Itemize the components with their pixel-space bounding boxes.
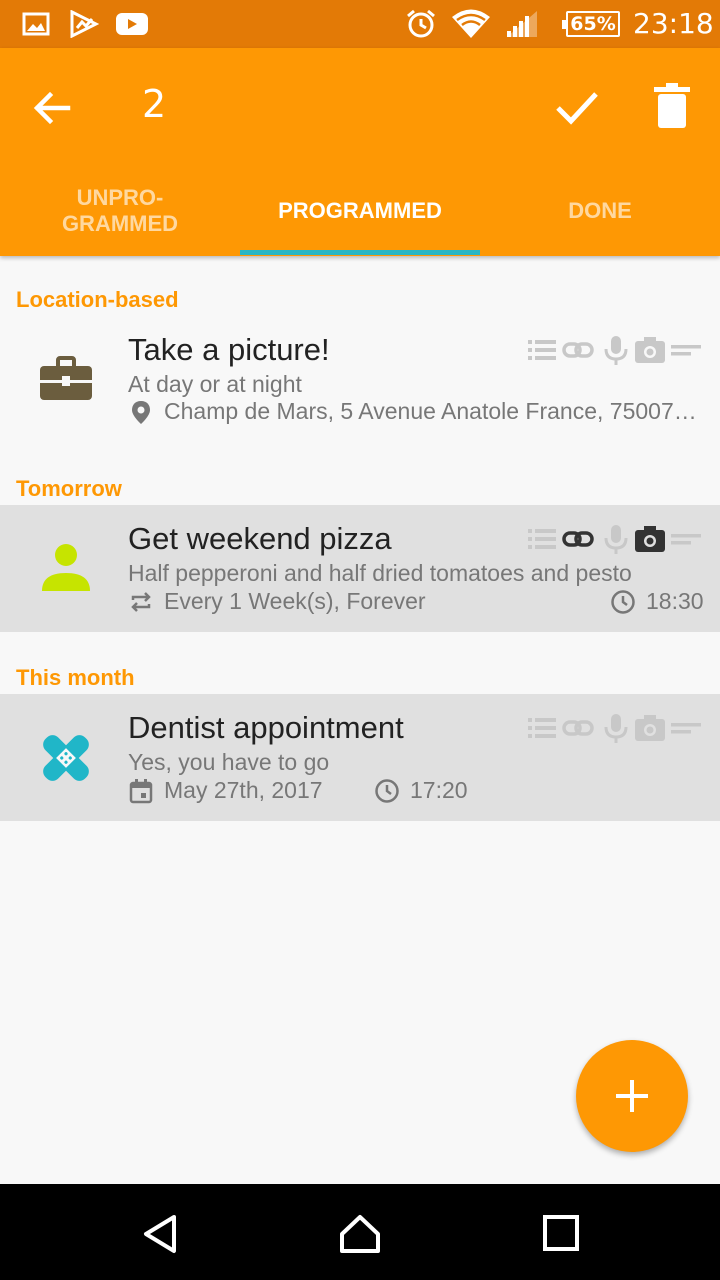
clock-icon — [610, 589, 636, 615]
image-icon — [20, 8, 52, 40]
selected-count: 2 — [142, 82, 167, 126]
location-pin-icon — [128, 399, 154, 425]
plus-icon — [616, 1080, 648, 1112]
camera-icon — [635, 337, 665, 363]
wifi-icon — [450, 8, 492, 40]
microphone-icon — [604, 525, 628, 554]
list-item[interactable]: Get weekend pizza Half pepperoni and hal… — [0, 505, 720, 632]
tab-indicator — [240, 250, 480, 255]
item-time-text: 17:20 — [410, 777, 468, 803]
checklist-icon — [528, 340, 556, 360]
notes-icon — [671, 723, 701, 734]
section-header-tomorrow: Tomorrow — [16, 476, 122, 501]
back-triangle-icon[interactable] — [138, 1212, 182, 1256]
battery-indicator: 65% — [562, 11, 620, 37]
list-item[interactable]: Dentist appointment Yes, you have to go … — [0, 694, 720, 821]
attachment-icons — [526, 712, 702, 744]
item-subtitle: Half pepperoni and half dried tomatoes a… — [128, 560, 632, 586]
tab-done[interactable]: DONE — [480, 166, 720, 256]
microphone-icon — [604, 336, 628, 365]
tab-programmed[interactable]: PROGRAMMED — [240, 166, 480, 256]
item-meta: Every 1 Week(s), Forever — [128, 588, 426, 615]
notes-icon — [671, 345, 701, 356]
notes-icon — [671, 534, 701, 545]
alarm-icon — [404, 8, 438, 40]
link-icon — [562, 342, 594, 358]
home-icon[interactable] — [338, 1212, 382, 1256]
briefcase-icon — [38, 350, 94, 406]
item-time-text: 18:30 — [646, 588, 704, 614]
status-time: 23:18 — [633, 7, 714, 40]
cell-signal-icon — [504, 8, 540, 40]
item-meta: Champ de Mars, 5 Avenue Anatole France, … — [128, 398, 697, 425]
add-button[interactable] — [576, 1040, 688, 1152]
checklist-icon — [528, 718, 556, 738]
microphone-icon — [604, 714, 628, 743]
check-icon[interactable] — [552, 82, 602, 132]
bandage-icon — [38, 730, 94, 786]
repeat-icon — [128, 589, 154, 615]
list-item[interactable]: Take a picture! At day or at night Champ… — [0, 318, 720, 445]
trash-icon[interactable] — [650, 82, 694, 132]
item-meta-text: May 27th, 2017 — [164, 777, 323, 803]
item-title: Get weekend pizza — [128, 521, 392, 556]
item-subtitle: Yes, you have to go — [128, 749, 330, 775]
item-meta-text: Champ de Mars, 5 Avenue Anatole France, … — [164, 398, 697, 424]
calendar-icon — [128, 778, 154, 804]
section-header-this-month: This month — [16, 665, 135, 690]
recents-icon[interactable] — [540, 1212, 584, 1256]
item-time: 18:30 — [610, 588, 704, 615]
checklist-icon — [528, 529, 556, 549]
attachment-icons — [526, 523, 702, 555]
camera-icon — [635, 526, 665, 552]
tab-unprogrammed[interactable]: UNPRO- GRAMMED — [0, 166, 240, 256]
item-title: Take a picture! — [128, 332, 330, 367]
item-meta-text: Every 1 Week(s), Forever — [164, 588, 426, 614]
system-nav-bar — [0, 1184, 720, 1280]
item-title: Dentist appointment — [128, 710, 404, 745]
clock-icon — [374, 778, 400, 804]
item-time: 17:20 — [374, 777, 468, 804]
person-icon — [38, 541, 94, 597]
item-meta: May 27th, 2017 — [128, 777, 323, 804]
section-header-location: Location-based — [16, 287, 179, 312]
link-icon — [562, 531, 594, 547]
youtube-icon — [114, 8, 150, 40]
app-bar: 2 UNPRO- GRAMMED PROGRAMMED DONE — [0, 48, 720, 256]
item-subtitle: At day or at night — [128, 371, 302, 397]
play-store-icon — [68, 8, 100, 40]
status-bar: 65% 23:18 — [0, 0, 720, 48]
camera-icon — [635, 715, 665, 741]
arrow-back-icon[interactable] — [30, 86, 74, 130]
link-icon — [562, 720, 594, 736]
attachment-icons — [526, 334, 702, 366]
